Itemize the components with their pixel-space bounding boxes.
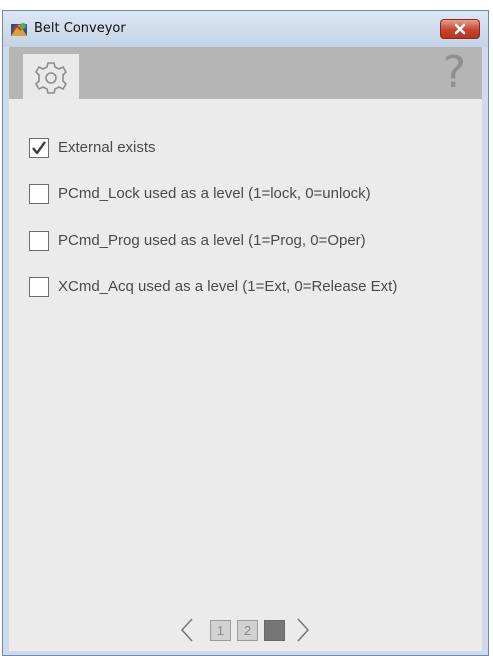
page-navigator: 1 2 3	[9, 615, 482, 645]
external-exists-checkbox[interactable]	[29, 138, 49, 158]
option-label: XCmd_Acq used as a level (1=Ext, 0=Relea…	[58, 278, 398, 295]
help-icon[interactable]: ?	[443, 49, 466, 97]
pcmd-prog-checkbox[interactable]	[29, 231, 49, 251]
title-bar[interactable]: Belt Conveyor	[3, 11, 488, 47]
pcmd-lock-checkbox[interactable]	[29, 184, 49, 204]
gear-icon	[34, 62, 68, 94]
option-label: External exists	[58, 139, 156, 156]
belt-conveyor-window: Belt Conveyor ? External exists PCmd_Loc…	[2, 10, 489, 656]
faceplate-header: ?	[9, 47, 482, 99]
settings-tab[interactable]	[23, 54, 79, 99]
page-button-1[interactable]: 1	[210, 620, 231, 641]
option-label: PCmd_Lock used as a level (1=lock, 0=unl…	[58, 185, 371, 202]
option-label: PCmd_Prog used as a level (1=Prog, 0=Ope…	[58, 232, 366, 249]
chevron-right-icon[interactable]	[296, 617, 310, 648]
app-icon	[10, 21, 28, 37]
faceplate-content: ? External exists PCmd_Lock used as a le…	[9, 47, 482, 651]
chevron-left-icon[interactable]	[180, 617, 194, 648]
window-title: Belt Conveyor	[34, 21, 126, 36]
checkmark-icon	[32, 141, 46, 155]
close-icon	[454, 23, 466, 35]
page-button-2[interactable]: 2	[237, 620, 258, 641]
close-button[interactable]	[440, 19, 480, 39]
page-button-3[interactable]: 3	[264, 620, 285, 641]
xcmd-acq-checkbox[interactable]	[29, 277, 49, 297]
